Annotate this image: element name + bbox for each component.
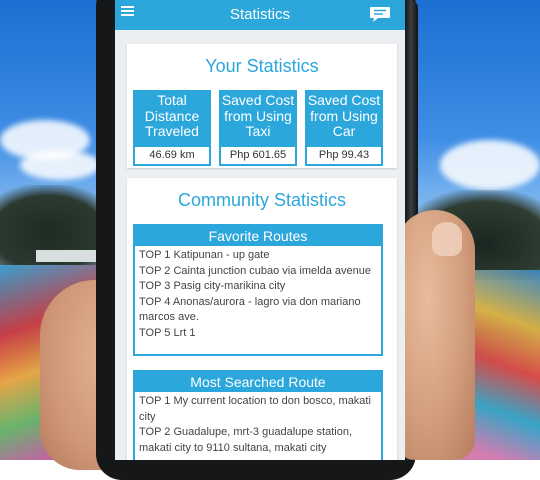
list-item[interactable]: TOP 5 Lrt 1 (139, 326, 377, 342)
app-bar: Statistics (115, 0, 405, 30)
list-item[interactable]: TOP 1 Katipunan - up gate (139, 248, 377, 264)
phone-screen: Statistics Your Statistics Total Distanc… (115, 0, 405, 460)
community-statistics-title: Community Statistics (177, 190, 347, 210)
stat-value: 46.69 km (135, 147, 209, 164)
taxi-savings-box: Saved Cost from Using Taxi Php 601.65 (219, 90, 297, 166)
list-item[interactable]: TOP 1 My current location to don bosco, … (139, 394, 377, 425)
list-item[interactable]: TOP 3 Pasig city-marikina city (139, 279, 377, 295)
cloud (20, 150, 100, 180)
your-statistics-title: Your Statistics (205, 56, 319, 76)
list-item[interactable]: TOP 4 Anonas/aurora - lagro via don mari… (139, 295, 377, 326)
stat-value: Php 99.43 (307, 147, 381, 164)
favorite-routes-list: TOP 1 Katipunan - up gate TOP 2 Cainta j… (135, 246, 381, 343)
most-searched-header: Most Searched Route (135, 372, 381, 392)
list-item[interactable]: TOP 2 Cainta junction cubao via imelda a… (139, 264, 377, 280)
your-statistics-card: Your Statistics Total Distance Traveled … (127, 44, 397, 168)
stat-value: Php 601.65 (221, 147, 295, 164)
favorite-routes-header: Favorite Routes (135, 226, 381, 246)
fingernail (432, 222, 462, 256)
stat-label: Total Distance Traveled (144, 92, 200, 139)
building (36, 250, 96, 262)
list-item[interactable]: TOP 2 Guadalupe, mrt-3 guadalupe station… (139, 425, 377, 456)
most-searched-panel: Most Searched Route TOP 1 My current loc… (133, 370, 383, 460)
total-distance-box: Total Distance Traveled 46.69 km (133, 90, 211, 166)
page-title: Statistics (229, 6, 290, 23)
stat-label: Saved Cost from Using Car (307, 92, 381, 139)
stat-label: Saved Cost from Using Taxi (221, 92, 295, 139)
car-savings-box: Saved Cost from Using Car Php 99.43 (305, 90, 383, 166)
favorite-routes-panel: Favorite Routes TOP 1 Katipunan - up gat… (133, 224, 383, 356)
chat-bubble-icon[interactable] (369, 6, 391, 23)
cloud (440, 140, 540, 190)
most-searched-list: TOP 1 My current location to don bosco, … (135, 392, 381, 458)
